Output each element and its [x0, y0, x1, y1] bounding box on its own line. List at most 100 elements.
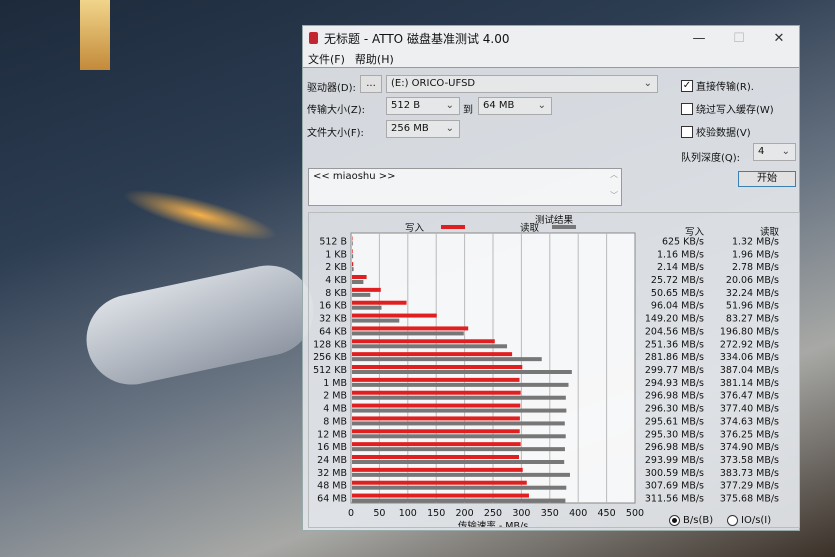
read-value: 1.32 MB/s [732, 236, 779, 247]
x-tick-label: 250 [484, 508, 502, 519]
write-bar [352, 326, 469, 331]
write-bar [352, 249, 353, 254]
y-tick-label: 24 MB [317, 455, 347, 466]
verify-data-checkbox[interactable]: 校验数据(V) [681, 124, 751, 139]
direct-io-checkbox[interactable]: ✓ 直接传输(R). [681, 78, 754, 93]
y-tick-label: 32 MB [317, 468, 347, 479]
write-value: 1.16 MB/s [657, 249, 704, 260]
write-bar [352, 262, 354, 267]
write-bar [352, 236, 353, 241]
write-bar [352, 300, 407, 305]
browse-button[interactable]: ... [360, 75, 382, 93]
write-bar [352, 493, 529, 498]
write-value: 149.20 MB/s [645, 314, 704, 325]
y-tick-label: 12 MB [317, 429, 347, 440]
write-value: 311.56 MB/s [645, 494, 704, 505]
checkbox-box [681, 102, 693, 115]
write-value: 625 KB/s [662, 236, 704, 247]
chevron-down-icon: ⌄ [537, 100, 546, 111]
read-bar [352, 254, 354, 259]
read-bar [352, 331, 464, 336]
unit-bytes-radio[interactable]: B/s(B) [669, 515, 713, 526]
read-value: 377.40 MB/s [720, 404, 779, 415]
legend-write-label: 写入 [405, 223, 425, 234]
write-value: 251.36 MB/s [645, 339, 704, 350]
write-value: 296.98 MB/s [645, 391, 704, 402]
x-tick-label: 150 [427, 508, 445, 519]
drive-value: (E:) ORICO-UFSD [391, 78, 476, 89]
read-value: 272.92 MB/s [720, 339, 779, 350]
queue-depth-value: 4 [758, 146, 765, 157]
background-usb-drive [78, 257, 322, 393]
minimize-button[interactable]: — [679, 31, 719, 46]
read-bar [352, 241, 353, 246]
queue-depth-select[interactable]: 4 ⌄ [753, 143, 796, 161]
read-value: 196.80 MB/s [720, 326, 779, 337]
y-tick-label: 8 MB [323, 416, 347, 427]
menu-bar: 文件(F) 帮助(H) [303, 50, 799, 68]
menu-help[interactable]: 帮助(H) [355, 51, 394, 67]
read-bar [352, 498, 566, 503]
y-tick-label: 512 B [319, 236, 347, 247]
write-value: 293.99 MB/s [645, 455, 704, 466]
write-bar [352, 365, 523, 369]
start-button[interactable]: 开始 [738, 171, 796, 187]
bypass-cache-checkbox[interactable]: 绕过写入缓存(W) [681, 101, 774, 116]
x-tick-label: 300 [512, 508, 530, 519]
unit-io-radio[interactable]: IO/s(I) [727, 515, 771, 526]
drive-select[interactable]: (E:) ORICO-UFSD ⌄ [386, 75, 658, 93]
transfer-from-select[interactable]: 512 B ⌄ [386, 97, 460, 115]
write-value: 204.56 MB/s [645, 326, 704, 337]
transfer-from-value: 512 B [391, 100, 421, 111]
chevron-down-icon: ⌄ [781, 146, 790, 157]
write-value: 296.98 MB/s [645, 442, 704, 453]
file-size-label: 文件大小(F): [307, 128, 364, 139]
transfer-to-select[interactable]: 64 MB ⌄ [478, 97, 552, 115]
read-bar [352, 382, 569, 387]
y-tick-label: 8 KB [325, 288, 347, 299]
read-bar [352, 344, 508, 349]
read-bar [352, 421, 565, 426]
x-tick-label: 350 [541, 508, 559, 519]
checkbox-box [681, 125, 693, 138]
read-bar [352, 267, 354, 272]
y-tick-label: 4 KB [325, 275, 347, 286]
read-bar [352, 485, 567, 490]
write-value: 281.86 MB/s [645, 352, 704, 363]
x-tick-label: 0 [348, 508, 354, 519]
maximize-button[interactable]: ☐ [719, 31, 759, 46]
scroll-down-icon: ﹀ [610, 191, 618, 200]
y-tick-label: 48 MB [317, 481, 347, 492]
file-size-select[interactable]: 256 MB ⌄ [386, 120, 460, 138]
menu-file[interactable]: 文件(F) [308, 51, 345, 67]
write-bar [352, 403, 521, 408]
transfer-to-value: 64 MB [483, 100, 515, 111]
write-bar [352, 429, 520, 434]
y-tick-label: 16 KB [319, 301, 347, 312]
read-bar [352, 460, 565, 464]
legend-read-swatch [552, 225, 576, 229]
background-light [118, 179, 282, 251]
y-tick-label: 256 KB [313, 352, 347, 363]
read-value: 376.25 MB/s [720, 429, 779, 440]
write-bar [352, 352, 513, 357]
y-tick-label: 4 MB [323, 404, 347, 415]
read-bar [352, 395, 566, 400]
read-value: 20.06 MB/s [726, 275, 779, 286]
close-button[interactable]: ✕ [759, 31, 799, 46]
read-bar [352, 472, 570, 477]
chevron-down-icon: ⌄ [445, 100, 454, 111]
y-tick-label: 512 KB [313, 365, 347, 376]
y-tick-label: 32 KB [319, 314, 347, 325]
x-tick-label: 500 [626, 508, 644, 519]
scrollbar[interactable]: ︿ ﹀ [607, 169, 621, 205]
read-value: 32.24 MB/s [726, 288, 779, 299]
write-value: 50.65 MB/s [651, 288, 704, 299]
write-value: 307.69 MB/s [645, 481, 704, 492]
read-bar [352, 280, 364, 284]
read-value: 2.78 MB/s [732, 262, 779, 273]
read-bar [352, 370, 572, 374]
write-value: 299.77 MB/s [645, 365, 704, 376]
description-textarea[interactable]: << miaoshu >> ︿ ﹀ [308, 168, 622, 206]
description-text: << miaoshu >> [313, 171, 396, 182]
